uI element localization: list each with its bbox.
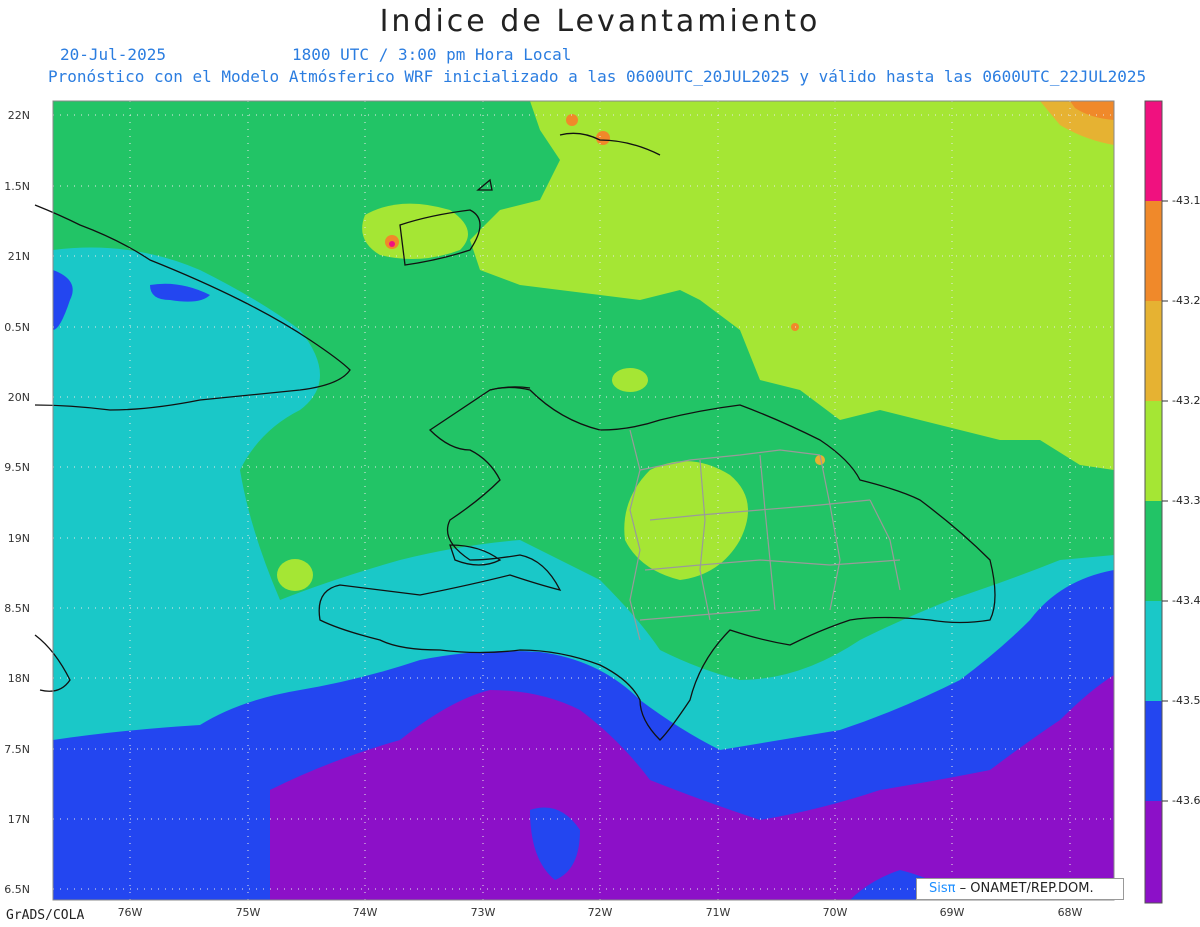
software-credit: GrADS/COLA — [6, 908, 85, 923]
orange-spot — [596, 131, 610, 145]
lon-label: 74W — [352, 906, 378, 919]
lat-label: 9.5N — [4, 461, 30, 474]
sis-logo-text: Sisπ — [929, 881, 956, 896]
colorbar-label: -43.2 — [1172, 394, 1200, 407]
lime-zone-island — [362, 203, 468, 259]
colorbar-label: -43.4 — [1172, 594, 1200, 607]
colorbar-label: -43.5 — [1172, 694, 1200, 707]
lon-label: 70W — [822, 906, 848, 919]
credit-org: – ONAMET/REP.DOM. — [955, 881, 1094, 896]
lat-label: 1.5N — [4, 180, 30, 193]
lat-label: 21N — [7, 250, 30, 263]
lon-label: 68W — [1057, 906, 1083, 919]
colorbar-label: -43.6 — [1172, 794, 1200, 807]
colorbar-label: -43.2 — [1172, 294, 1200, 307]
colorbar-swatch-lime — [1145, 401, 1162, 501]
colorbar-swatch-orange — [1145, 201, 1162, 301]
lon-label: 75W — [235, 906, 261, 919]
colorbar-swatch-purple — [1145, 801, 1162, 903]
lat-label: 17N — [7, 813, 30, 826]
lon-label: 76W — [117, 906, 143, 919]
lat-label: 6.5N — [4, 883, 30, 896]
colorbar-swatch-magenta — [1145, 101, 1162, 201]
colorbar-swatch-cyan — [1145, 601, 1162, 701]
lon-label: 73W — [470, 906, 496, 919]
colorbar-label: -43.1 — [1172, 194, 1200, 207]
colorbar-label: -43.3 — [1172, 494, 1200, 507]
lime-zone-sw — [277, 559, 313, 591]
colorbar — [1144, 100, 1168, 904]
lon-label: 71W — [705, 906, 731, 919]
lat-label: 18N — [7, 672, 30, 685]
credit-box: Sisπ – ONAMET/REP.DOM. — [916, 878, 1124, 900]
lat-label: 19N — [7, 532, 30, 545]
magenta-spot — [389, 241, 395, 247]
colorbar-swatch-blue — [1145, 701, 1162, 801]
lat-label: 7.5N — [4, 743, 30, 756]
lat-label: 0.5N — [4, 321, 30, 334]
lat-label: 20N — [7, 391, 30, 404]
lifted-index-map — [34, 100, 1168, 904]
lat-label: 22N — [7, 109, 30, 122]
lat-label: 8.5N — [4, 602, 30, 615]
lime-zone-small — [612, 368, 648, 392]
lon-label: 72W — [587, 906, 613, 919]
lon-label: 69W — [939, 906, 965, 919]
orange-spot — [566, 114, 578, 126]
colorbar-swatch-gold — [1145, 301, 1162, 401]
colorbar-swatch-green — [1145, 501, 1162, 601]
